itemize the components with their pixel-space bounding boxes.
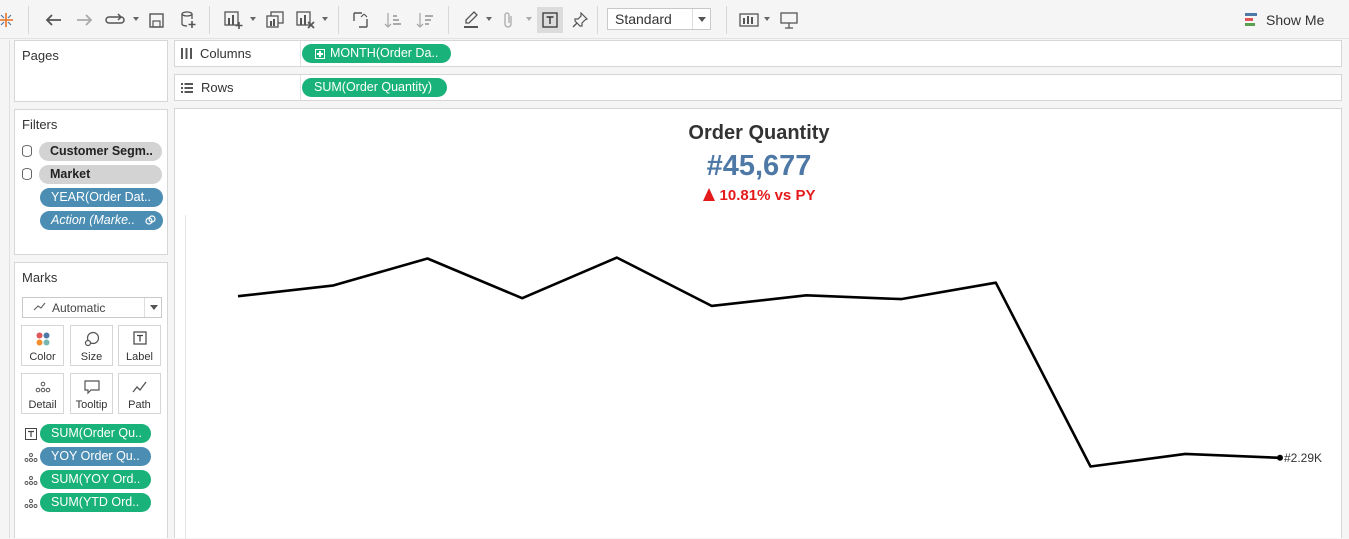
label-button[interactable]: Label: [118, 325, 161, 366]
swap-loop-icon[interactable]: [104, 7, 126, 33]
size-label: Size: [71, 351, 112, 363]
label-icon: [133, 331, 147, 345]
columns-shelf-label: Columns: [175, 41, 301, 66]
filters-title: Filters: [22, 117, 57, 132]
tableau-logo-icon[interactable]: [0, 7, 16, 33]
rows-pill[interactable]: SUM(Order Quantity): [302, 78, 447, 97]
filter-pill-row[interactable]: YEAR(Order Dat..: [40, 187, 163, 207]
detail-icon: [24, 497, 38, 509]
fit-select[interactable]: Standard: [607, 8, 711, 30]
link-icon: [145, 215, 156, 226]
color-button[interactable]: Color: [21, 325, 64, 366]
rows-shelf[interactable]: Rows SUM(Order Quantity): [174, 74, 1342, 101]
label-label: Label: [119, 351, 160, 363]
show-me-label: Show Me: [1266, 12, 1324, 28]
filter-pill[interactable]: YEAR(Order Dat..: [40, 188, 163, 207]
database-icon: [22, 168, 32, 180]
database-icon: [22, 145, 32, 157]
mark-pill-row[interactable]: SUM(YOY Ord..: [22, 470, 151, 489]
label-icon: [25, 428, 37, 440]
show-me-button[interactable]: Show Me: [1245, 10, 1324, 30]
size-icon: [84, 331, 100, 347]
detail-icon: [35, 379, 51, 395]
rows-icon: [181, 83, 193, 93]
save-icon[interactable]: [146, 7, 166, 33]
filter-pill[interactable]: Action (Marke..: [40, 211, 163, 230]
mark-pill[interactable]: SUM(YTD Ord..: [40, 493, 151, 512]
color-label: Color: [22, 351, 63, 363]
filter-pill[interactable]: Customer Segm..: [39, 142, 162, 161]
sort-ascending-icon[interactable]: [382, 7, 404, 33]
path-label: Path: [119, 399, 160, 411]
toolbar: Standard Show Me: [0, 0, 1349, 39]
rows-pill-label: SUM(Order Quantity): [314, 78, 432, 97]
filter-pill-label: Action (Marke..: [51, 213, 135, 227]
show-labels-icon[interactable]: [537, 7, 563, 33]
size-button[interactable]: Size: [70, 325, 113, 366]
mark-pill[interactable]: YOY Order Qu..: [40, 447, 151, 466]
left-collapsed-pane: [0, 40, 10, 538]
detail-icon: [24, 474, 38, 486]
new-worksheet-icon[interactable]: [222, 7, 246, 33]
presentation-icon[interactable]: [778, 7, 800, 33]
filter-pill-row[interactable]: Market: [22, 164, 162, 184]
redo-icon[interactable]: [74, 7, 96, 33]
mark-pill[interactable]: SUM(YOY Ord..: [40, 470, 151, 489]
group-paperclip-icon[interactable]: [498, 7, 518, 33]
mark-pill-row[interactable]: SUM(YTD Ord..: [22, 493, 151, 512]
path-button[interactable]: Path: [118, 373, 161, 414]
pages-card[interactable]: Pages: [14, 40, 168, 102]
clear-sheet-icon[interactable]: [294, 7, 318, 33]
filters-card[interactable]: Filters Customer Segm.. Market YEAR(Orde…: [14, 109, 168, 255]
tooltip-label: Tooltip: [71, 399, 112, 411]
line-chart[interactable]: #2.29K: [175, 109, 1343, 539]
end-data-label: #2.29K: [1284, 451, 1322, 465]
chevron-down-icon: [144, 298, 161, 317]
detail-label: Detail: [22, 399, 63, 411]
columns-pill-label: MONTH(Order Da..: [330, 44, 438, 63]
rows-shelf-label: Rows: [175, 75, 301, 100]
filter-pill[interactable]: Market: [39, 165, 162, 184]
expand-plus-icon[interactable]: [315, 49, 325, 59]
worksheet-view[interactable]: Order Quantity #45,677 10.81% vs PY #2.2…: [174, 108, 1342, 538]
line-mark-icon: [33, 302, 46, 312]
duplicate-icon[interactable]: [264, 7, 286, 33]
new-datasource-icon[interactable]: [178, 7, 198, 33]
marks-title: Marks: [22, 270, 57, 285]
data-point[interactable]: [1277, 455, 1283, 461]
tooltip-icon: [84, 379, 100, 395]
swap-axes-icon[interactable]: [350, 7, 372, 33]
filter-pill-row[interactable]: Action (Marke..: [40, 210, 163, 230]
columns-pill[interactable]: MONTH(Order Da..: [302, 44, 451, 63]
series-line[interactable]: [238, 258, 1280, 467]
tooltip-button[interactable]: Tooltip: [70, 373, 113, 414]
columns-icon: [181, 48, 192, 59]
rows-label: Rows: [201, 80, 234, 95]
color-icon: [35, 331, 51, 347]
highlight-pen-icon[interactable]: [460, 7, 482, 33]
columns-label: Columns: [200, 46, 251, 61]
marks-card[interactable]: Marks Automatic Color Size Label Detail …: [14, 262, 168, 538]
mark-pill-row[interactable]: SUM(Order Qu..: [22, 424, 151, 443]
show-cards-icon[interactable]: [737, 7, 761, 33]
sort-descending-icon[interactable]: [414, 7, 436, 33]
show-me-icon: [1245, 13, 1259, 27]
chevron-down-icon: [692, 9, 710, 29]
filter-pill-row[interactable]: Customer Segm..: [22, 141, 162, 161]
mark-type-select[interactable]: Automatic: [22, 297, 162, 318]
mark-type-value: Automatic: [52, 301, 105, 315]
pages-title: Pages: [22, 48, 59, 63]
fit-select-value: Standard: [615, 11, 672, 27]
undo-icon[interactable]: [42, 7, 64, 33]
detail-icon: [24, 451, 38, 463]
detail-button[interactable]: Detail: [21, 373, 64, 414]
columns-shelf[interactable]: Columns MONTH(Order Da..: [174, 40, 1342, 67]
pin-icon[interactable]: [570, 7, 590, 33]
path-icon: [132, 379, 148, 395]
mark-pill-row[interactable]: YOY Order Qu..: [22, 447, 151, 466]
mark-pill[interactable]: SUM(Order Qu..: [40, 424, 151, 443]
